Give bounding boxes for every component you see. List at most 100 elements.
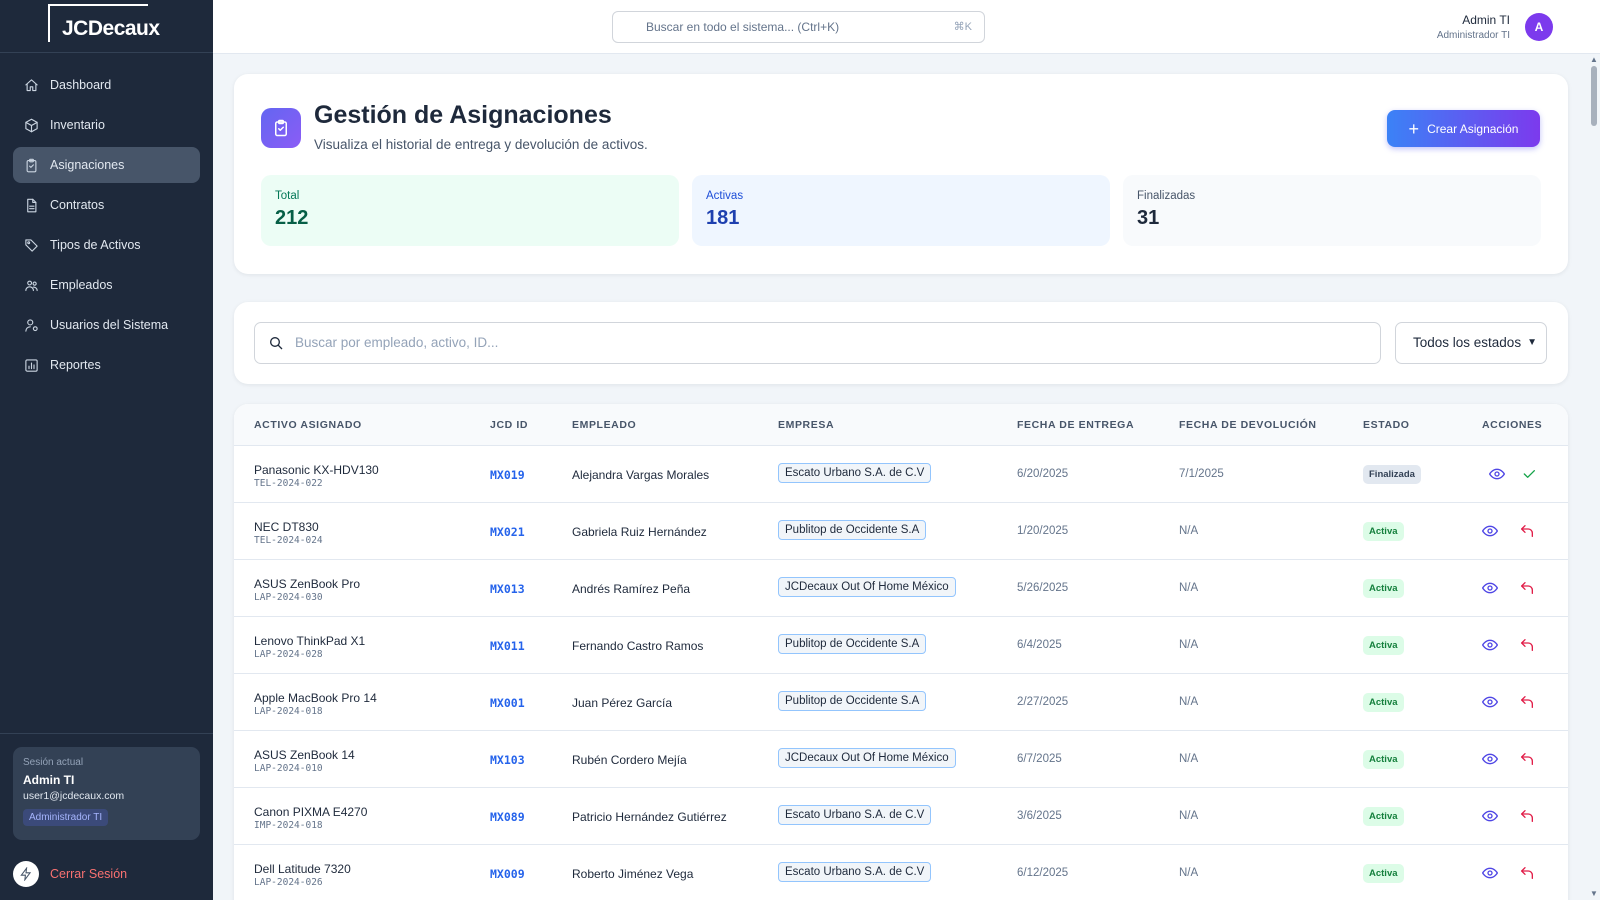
status-badge: Activa <box>1363 807 1404 826</box>
return-icon[interactable] <box>1519 865 1535 881</box>
sidebar-item-contratos[interactable]: Contratos <box>13 187 200 223</box>
stat-done-label: Finalizadas <box>1137 190 1196 202</box>
company-tag: Publitop de Occidente S.A <box>778 691 927 711</box>
return-icon[interactable] <box>1519 808 1535 824</box>
delivery-date: 3/6/2025 <box>1017 810 1062 822</box>
sidebar-item-dashboard[interactable]: Dashboard <box>13 67 200 103</box>
jcd-id-link[interactable]: MX011 <box>490 639 525 653</box>
return-icon[interactable] <box>1519 751 1535 767</box>
sidebar-item-inventario[interactable]: Inventario <box>13 107 200 143</box>
table-row[interactable]: ASUS ZenBook 14 LAP-2024-010 MX103 Rubén… <box>234 731 1568 788</box>
view-icon[interactable] <box>1489 466 1505 482</box>
logout-button[interactable]: Cerrar Sesión <box>13 861 127 887</box>
return-icon[interactable] <box>1519 523 1535 539</box>
chevron-down-icon: ▼ <box>1527 337 1537 348</box>
view-icon[interactable] <box>1482 523 1498 539</box>
sidebar-item-label: Contratos <box>50 198 105 212</box>
table-header: ACTIVO ASIGNADO JCD ID EMPLEADO EMPRESA … <box>234 404 1568 446</box>
logo-bracket-top <box>48 4 148 6</box>
column-header-return-date[interactable]: FECHA DE DEVOLUCIÓN <box>1179 419 1317 431</box>
page-scrollbar[interactable]: ▲ ▼ <box>1588 54 1600 900</box>
delivery-date: 6/4/2025 <box>1017 639 1062 651</box>
return-date: 7/1/2025 <box>1179 468 1224 480</box>
table-row[interactable]: Dell Latitude 7320 LAP-2024-026 MX009 Ro… <box>234 845 1568 900</box>
search-input[interactable]: Buscar por empleado, activo, ID... <box>254 322 1381 364</box>
asset-code: LAP-2024-018 <box>254 706 323 717</box>
return-icon[interactable] <box>1519 637 1535 653</box>
scroll-up-arrow[interactable]: ▲ <box>1590 56 1598 64</box>
users-icon <box>25 280 38 291</box>
return-icon[interactable] <box>1519 580 1535 596</box>
sidebar-item-tipos-activos[interactable]: Tipos de Activos <box>13 227 200 263</box>
sidebar-item-label: Usuarios del Sistema <box>50 318 169 332</box>
table-row[interactable]: Apple MacBook Pro 14 LAP-2024-018 MX001 … <box>234 674 1568 731</box>
return-date: N/A <box>1179 696 1199 708</box>
sidebar-item-usuarios-sistema[interactable]: Usuarios del Sistema <box>13 307 200 343</box>
return-date: N/A <box>1179 639 1199 651</box>
document-icon <box>27 198 37 212</box>
logo-bracket <box>48 4 50 42</box>
page-title: Gestión de Asignaciones <box>314 101 612 129</box>
sidebar-item-reportes[interactable]: Reportes <box>13 347 200 383</box>
column-header-asset[interactable]: ACTIVO ASIGNADO <box>254 419 362 431</box>
home-icon <box>25 78 38 91</box>
topbar: Buscar en todo el sistema... (Ctrl+K) ⌘K… <box>213 0 1600 54</box>
view-icon[interactable] <box>1482 751 1498 767</box>
sidebar-item-asignaciones[interactable]: Asignaciones <box>13 147 200 183</box>
box-icon <box>25 118 38 132</box>
view-icon[interactable] <box>1482 637 1498 653</box>
asset-code: LAP-2024-026 <box>254 877 323 888</box>
sidebar: JCDecaux Dashboard Inventario Asignacion… <box>0 0 213 900</box>
asset-code: LAP-2024-028 <box>254 649 323 660</box>
asset-code: TEL-2024-024 <box>254 535 323 546</box>
return-date: N/A <box>1179 525 1199 537</box>
view-icon[interactable] <box>1482 694 1498 710</box>
stat-done-value: 31 <box>1137 207 1160 229</box>
user-info[interactable]: Admin TI Administrador TI <box>1437 13 1510 41</box>
table-row[interactable]: Panasonic KX-HDV130 TEL-2024-022 MX019 A… <box>234 446 1568 503</box>
view-icon[interactable] <box>1482 580 1498 596</box>
jcd-id-link[interactable]: MX103 <box>490 753 525 767</box>
employee-name: Fernando Castro Ramos <box>572 639 704 653</box>
global-search-input[interactable]: Buscar en todo el sistema... (Ctrl+K) ⌘K <box>612 11 985 43</box>
delivery-date: 1/20/2025 <box>1017 525 1069 537</box>
status-badge: Activa <box>1363 522 1404 541</box>
return-date: N/A <box>1179 867 1199 879</box>
scroll-down-arrow[interactable]: ▼ <box>1590 890 1598 898</box>
status-filter-select[interactable]: Todos los estados ▼ <box>1395 322 1547 364</box>
company-tag: Escato Urbano S.A. de C.V <box>778 463 932 483</box>
status-badge: Activa <box>1363 864 1404 883</box>
avatar[interactable]: A <box>1525 13 1553 41</box>
sidebar-item-label: Dashboard <box>50 78 112 92</box>
jcd-id-link[interactable]: MX013 <box>490 582 525 596</box>
view-icon[interactable] <box>1482 865 1498 881</box>
jcd-id-link[interactable]: MX019 <box>490 468 525 482</box>
column-header-employee[interactable]: EMPLEADO <box>572 419 636 431</box>
column-header-company[interactable]: EMPRESA <box>778 419 834 431</box>
session-user-name: Admin TI <box>23 773 75 787</box>
employee-name: Juan Pérez García <box>572 696 673 710</box>
column-header-jcd-id[interactable]: JCD ID <box>490 419 528 431</box>
status-badge: Activa <box>1363 636 1404 655</box>
create-assignment-label: Crear Asignación <box>1427 121 1519 136</box>
jcd-id-link[interactable]: MX089 <box>490 810 525 824</box>
column-header-delivery-date[interactable]: FECHA DE ENTREGA <box>1017 419 1134 431</box>
sidebar-item-empleados[interactable]: Empleados <box>13 267 200 303</box>
scrollbar-thumb[interactable] <box>1591 66 1597 126</box>
jcd-id-link[interactable]: MX009 <box>490 867 525 881</box>
table-row[interactable]: ASUS ZenBook Pro LAP-2024-030 MX013 Andr… <box>234 560 1568 617</box>
table-row[interactable]: Lenovo ThinkPad X1 LAP-2024-028 MX011 Fe… <box>234 617 1568 674</box>
jcd-id-link[interactable]: MX001 <box>490 696 525 710</box>
table-row[interactable]: NEC DT830 TEL-2024-024 MX021 Gabriela Ru… <box>234 503 1568 560</box>
column-header-actions: ACCIONES <box>1482 419 1543 431</box>
brand-logo[interactable]: JCDecaux <box>62 17 160 41</box>
jcd-id-link[interactable]: MX021 <box>490 525 525 539</box>
create-assignment-button[interactable]: + Crear Asignación <box>1387 110 1540 147</box>
column-header-status[interactable]: ESTADO <box>1363 419 1410 431</box>
stat-active-value: 181 <box>706 207 740 229</box>
view-icon[interactable] <box>1482 808 1498 824</box>
report-icon <box>25 358 38 372</box>
table-row[interactable]: Canon PIXMA E4270 IMP-2024-018 MX089 Pat… <box>234 788 1568 845</box>
return-date: N/A <box>1179 753 1199 765</box>
return-icon[interactable] <box>1519 694 1535 710</box>
